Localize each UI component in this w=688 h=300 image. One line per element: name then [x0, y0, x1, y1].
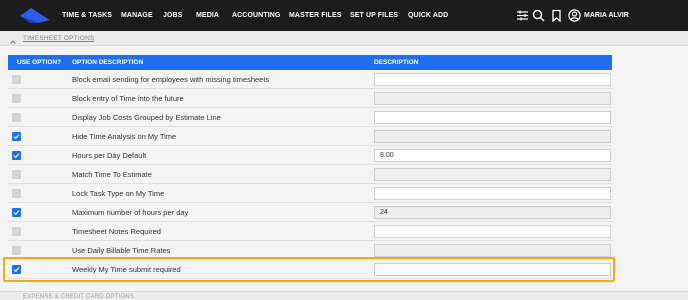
use-option-checkbox[interactable]	[12, 151, 21, 160]
nav-media[interactable]: MEDIA	[196, 0, 219, 31]
option-description: Block entry of Time into the future	[72, 94, 184, 103]
next-section-title[interactable]: EXPENSE & CREDIT CARD OPTIONS	[23, 294, 134, 300]
nav-jobs[interactable]: JOBS	[163, 0, 182, 31]
table-row: Hide Time Analysis on My Time	[8, 127, 612, 146]
option-description: Hours per Day Default	[72, 151, 147, 160]
option-description: Timesheet Notes Required	[72, 227, 161, 236]
nav-manage[interactable]: MANAGE	[121, 0, 153, 31]
description-input[interactable]	[374, 187, 611, 200]
use-option-checkbox[interactable]	[12, 208, 21, 217]
table-row: Hours per Day Default 8.00	[8, 146, 612, 165]
use-option-checkbox[interactable]	[12, 170, 21, 179]
nav-time-tasks[interactable]: TIME & TASKS	[62, 0, 112, 31]
checkmark-icon	[13, 210, 20, 216]
checkmark-icon	[13, 153, 20, 159]
nav-master-files[interactable]: MASTER FILES	[289, 0, 342, 31]
option-description: Match Time To Estimate	[72, 170, 152, 179]
table-row: Block entry of Time into the future	[8, 89, 612, 108]
use-option-checkbox[interactable]	[12, 75, 21, 84]
description-input[interactable]: 8.00	[374, 149, 611, 162]
nav-accounting[interactable]: ACCOUNTING	[232, 0, 280, 31]
checkmark-icon	[13, 134, 20, 140]
bookmark-icon[interactable]	[550, 9, 563, 23]
use-option-checkbox[interactable]	[12, 227, 21, 236]
search-icon[interactable]	[532, 9, 545, 22]
nav-set-up-files[interactable]: SET UP FILES	[350, 0, 398, 31]
description-input[interactable]	[374, 111, 611, 124]
nav-quick-add[interactable]: QUICK ADD	[408, 0, 448, 31]
header-description: DESCRIPTION	[374, 59, 419, 66]
user-name[interactable]: MARIA ALVIR	[584, 0, 629, 31]
user-circle-icon[interactable]	[568, 9, 581, 22]
timesheet-options-section-header[interactable]	[0, 31, 688, 46]
option-description: Maximum number of hours per day	[72, 208, 189, 217]
sliders-icon[interactable]	[516, 9, 529, 22]
header-use-option: USE OPTION?	[17, 59, 62, 66]
use-option-checkbox[interactable]	[12, 94, 21, 103]
table-row: Display Job Costs Grouped by Estimate Li…	[8, 108, 612, 127]
option-description: Hide Time Analysis on My Time	[72, 132, 177, 141]
use-option-checkbox[interactable]	[12, 132, 21, 141]
use-option-checkbox[interactable]	[12, 246, 21, 255]
use-option-checkbox[interactable]	[12, 189, 21, 198]
header-option-description: OPTION DESCRIPTION	[72, 59, 144, 66]
section-title[interactable]: TIMESHEET OPTIONS	[23, 35, 95, 42]
table-row: Lock Task Type on My Time	[8, 184, 612, 203]
description-input[interactable]	[374, 244, 611, 257]
highlighted-row-outline	[3, 257, 615, 282]
table-header: USE OPTION? OPTION DESCRIPTION DESCRIPTI…	[8, 55, 612, 70]
description-input[interactable]	[374, 73, 611, 86]
description-input[interactable]	[374, 92, 611, 105]
table-row: Block email sending for employees with m…	[8, 70, 612, 89]
description-input[interactable]	[374, 225, 611, 238]
app-logo-icon[interactable]	[20, 8, 50, 28]
option-description: Block email sending for employees with m…	[72, 75, 270, 84]
description-input[interactable]	[374, 168, 611, 181]
table-row: Maximum number of hours per day 24	[8, 203, 612, 222]
option-description: Lock Task Type on My Time	[72, 189, 165, 198]
table-row: Timesheet Notes Required	[8, 222, 612, 241]
description-input[interactable]	[374, 130, 611, 143]
description-input[interactable]: 24	[374, 206, 611, 219]
use-option-checkbox[interactable]	[12, 113, 21, 122]
table-row: Match Time To Estimate	[8, 165, 612, 184]
chevron-up-icon[interactable]	[9, 33, 17, 51]
option-description: Display Job Costs Grouped by Estimate Li…	[72, 113, 221, 122]
